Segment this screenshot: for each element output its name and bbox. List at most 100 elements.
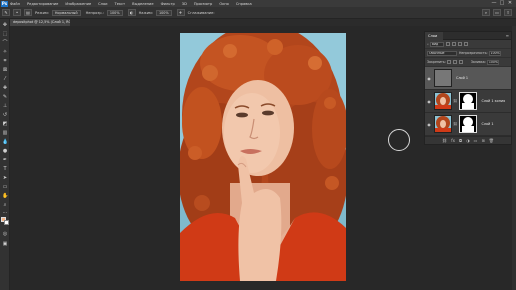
mask-link-icon[interactable]: ⛓ — [453, 99, 457, 103]
layer-style-icon[interactable]: fx — [451, 138, 455, 143]
quick-mask-icon[interactable]: ◎ — [2, 231, 8, 237]
layer-row[interactable]: ◉ ⛓ Слой 1 копия — [425, 90, 511, 113]
visibility-eye-icon[interactable]: ◉ — [426, 99, 432, 104]
screen-mode-icon[interactable]: ▣ — [2, 241, 8, 247]
filter-pixel-icon[interactable] — [445, 42, 450, 46]
visibility-eye-icon[interactable]: ◉ — [426, 122, 432, 127]
layers-panel: Слои ≡ ⌕ Вид Обычные Непрозрачность: 100… — [424, 31, 512, 145]
lock-pixels-icon[interactable] — [446, 60, 451, 64]
type-tool-icon[interactable]: T — [2, 166, 8, 172]
menu-type[interactable]: Текст — [115, 2, 126, 6]
layer-opacity-field[interactable]: 100% — [488, 50, 501, 56]
brush-tool-preset-icon[interactable]: ✎ — [2, 9, 10, 16]
layer-mask-thumbnail[interactable] — [459, 92, 478, 110]
document-tab[interactable]: depositphot @ 12,5% (Слой 1, RGB/8) * — [10, 19, 70, 26]
pressure-opacity-icon[interactable]: ◐ — [127, 9, 136, 16]
mask-link-icon[interactable]: ⛓ — [453, 122, 457, 126]
blur-tool-icon[interactable]: 💧 — [2, 139, 8, 145]
brush-size-icon[interactable]: • — [13, 9, 21, 16]
menu-window[interactable]: Окно — [219, 2, 229, 6]
filter-adjust-icon[interactable] — [451, 42, 456, 46]
brush-tool-icon[interactable]: ✎ — [2, 94, 8, 100]
move-tool-icon[interactable]: ✥ — [2, 22, 8, 28]
menu-view[interactable]: Просмотр — [194, 2, 212, 6]
new-layer-icon[interactable]: ⊞ — [481, 138, 484, 143]
options-right-icons: ⌕ ▭ ⇪ — [479, 9, 512, 16]
share-icon[interactable]: ⇪ — [504, 9, 512, 16]
workspace-icon[interactable]: ▭ — [493, 9, 501, 16]
portrait-image — [180, 33, 346, 281]
layer-name[interactable]: Слой 1 — [481, 122, 493, 126]
zoom-tool-icon[interactable]: ⌕ — [2, 202, 8, 208]
visibility-eye-icon[interactable]: ◉ — [426, 76, 432, 81]
layer-filter-row: ⌕ Вид — [425, 40, 511, 49]
lock-all-icon[interactable] — [458, 60, 463, 64]
marquee-tool-icon[interactable]: ⬚ — [2, 31, 8, 37]
tab-layers[interactable]: Слои — [425, 32, 443, 40]
menu-edit[interactable]: Редактирование — [27, 2, 58, 6]
rectangle-tool-icon[interactable]: ▭ — [2, 184, 8, 190]
document-photo[interactable] — [180, 33, 346, 281]
menu-image[interactable]: Изображение — [65, 2, 91, 6]
airbrush-icon[interactable]: ✈ — [176, 9, 185, 16]
layer-thumbnail — [434, 92, 452, 110]
more-tools-icon[interactable]: ⋯ — [2, 210, 8, 216]
delete-layer-icon[interactable]: 🗑 — [489, 138, 494, 143]
dodge-tool-icon[interactable]: ● — [2, 148, 8, 154]
new-group-icon[interactable]: ▭ — [474, 138, 478, 143]
minimize-button[interactable]: — — [490, 0, 498, 7]
crop-tool-icon[interactable]: ⌗ — [2, 58, 8, 64]
brush-panel-icon[interactable]: ▤ — [24, 9, 32, 16]
hand-tool-icon[interactable]: ✋ — [2, 193, 8, 199]
opacity-label: Непрозр.: — [85, 10, 104, 15]
menu-bar: Ps Файл Редактирование Изображение Слои … — [0, 0, 516, 7]
menu-file[interactable]: Файл — [10, 2, 20, 6]
lock-label: Закрепить: — [427, 60, 446, 64]
lasso-tool-icon[interactable]: ⌒ — [2, 40, 8, 46]
photoshop-logo-icon[interactable]: Ps — [1, 0, 8, 7]
opacity-field[interactable]: 100% — [106, 9, 123, 16]
canvas-area[interactable] — [10, 26, 424, 290]
window-controls: — □ ✕ — [490, 0, 514, 7]
menu-select[interactable]: Выделение — [132, 2, 153, 6]
link-layers-icon[interactable]: ⛓ — [442, 138, 447, 143]
frame-tool-icon[interactable]: ⊠ — [2, 67, 8, 73]
menu-help[interactable]: Справка — [236, 2, 252, 6]
path-selection-tool-icon[interactable]: ➤ — [2, 175, 8, 181]
filter-type-icon[interactable] — [457, 42, 462, 46]
healing-brush-tool-icon[interactable]: ✚ — [2, 85, 8, 91]
quick-select-tool-icon[interactable]: ✧ — [2, 49, 8, 55]
fill-label: Заливка: — [470, 60, 486, 64]
pressure-field[interactable]: 100% — [155, 9, 172, 16]
layers-footer: ⛓ fx ◘ ◑ ▭ ⊞ 🗑 — [425, 136, 511, 144]
menu-layers[interactable]: Слои — [98, 2, 107, 6]
gradient-tool-icon[interactable]: ▥ — [2, 130, 8, 136]
fill-field[interactable]: 100% — [486, 59, 499, 65]
close-button[interactable]: ✕ — [506, 0, 514, 7]
layer-name[interactable]: Слой 1 копия — [481, 99, 505, 103]
layer-row[interactable]: ◉ Слой 1 — [425, 67, 511, 90]
search-icon[interactable]: ⌕ — [482, 9, 490, 16]
background-color-swatch[interactable] — [4, 220, 9, 225]
lock-position-icon[interactable] — [452, 60, 457, 64]
add-mask-icon[interactable]: ◘ — [459, 138, 462, 143]
clone-stamp-tool-icon[interactable]: ⊥ — [2, 103, 8, 109]
pressure-label: Нажим: — [138, 10, 153, 15]
layer-name[interactable]: Слой 1 — [456, 76, 468, 80]
mode-select[interactable]: Нормальный — [51, 9, 81, 16]
layer-mask-thumbnail[interactable] — [459, 115, 478, 133]
blend-mode-select[interactable]: Обычные — [427, 50, 457, 56]
adjustment-layer-icon[interactable]: ◑ — [466, 138, 470, 143]
menu-3d[interactable]: 3D — [182, 2, 187, 6]
layer-filter-select[interactable]: Вид — [429, 41, 444, 47]
menu-filter[interactable]: Фильтр — [161, 2, 175, 6]
layer-row[interactable]: ◉ ⛓ Слой 1 — [425, 113, 511, 136]
history-brush-tool-icon[interactable]: ↺ — [2, 112, 8, 118]
lock-row: Закрепить: Заливка: 100% — [425, 58, 511, 67]
eraser-tool-icon[interactable]: ◩ — [2, 121, 8, 127]
filter-shape-icon[interactable] — [463, 42, 468, 46]
pen-tool-icon[interactable]: ✒ — [2, 157, 8, 163]
eyedropper-tool-icon[interactable]: ⁄ — [2, 76, 8, 82]
maximize-button[interactable]: □ — [498, 0, 506, 7]
panel-menu-icon[interactable]: ≡ — [506, 32, 509, 40]
